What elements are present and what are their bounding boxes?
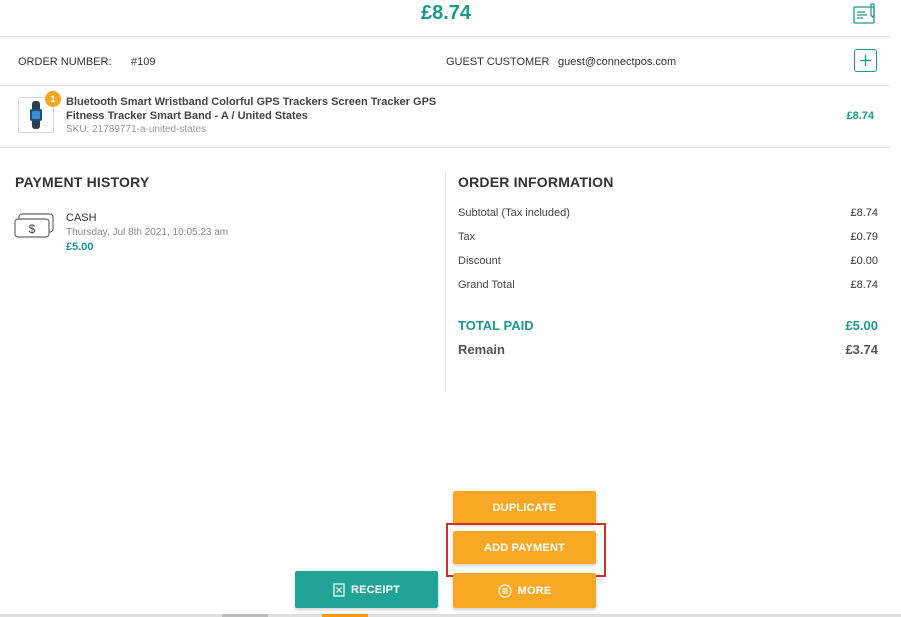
discount-label: Discount [458, 255, 501, 267]
product-price: £8.74 [846, 110, 874, 122]
discount-value: £0.00 [850, 255, 878, 267]
cart-item-row[interactable]: 1 Bluetooth Smart Wristband Colorful GPS… [0, 86, 890, 148]
product-sku: SKU: 21789771-a-united-states [66, 124, 207, 135]
tax-label: Tax [458, 231, 476, 243]
tax-row: Tax £0.79 [458, 231, 878, 243]
subtotal-label: Subtotal (Tax included) [458, 207, 570, 219]
payment-history-title: PAYMENT HISTORY [15, 174, 150, 190]
highlight-annotation [446, 523, 606, 577]
note-edit-icon[interactable] [853, 3, 879, 25]
menu-circle-icon [497, 583, 512, 598]
receipt-button[interactable]: RECEIPT [295, 571, 438, 608]
more-button[interactable]: MORE [453, 573, 596, 608]
remain-value: £3.74 [845, 342, 878, 357]
payment-method: CASH [66, 212, 97, 224]
customer-label: GUEST CUSTOMER [446, 56, 550, 68]
cash-icon: $ [14, 213, 54, 239]
product-name: Bluetooth Smart Wristband Colorful GPS T… [66, 96, 437, 122]
total-paid-value: £5.00 [845, 318, 878, 333]
total-paid-label: TOTAL PAID [458, 318, 534, 333]
grand-total-row: Grand Total £8.74 [458, 279, 878, 291]
payment-amount: £5.00 [66, 241, 94, 253]
plus-icon [860, 55, 871, 66]
quantity-badge: 1 [45, 91, 61, 107]
grand-total-value: £8.74 [850, 279, 878, 291]
remain-label: Remain [458, 342, 505, 357]
add-customer-button[interactable] [854, 49, 877, 72]
total-paid-row: TOTAL PAID £5.00 [458, 318, 878, 333]
section-divider [445, 172, 446, 392]
svg-text:$: $ [29, 222, 36, 236]
more-label: MORE [517, 584, 552, 597]
order-information-title: ORDER INFORMATION [458, 174, 614, 190]
duplicate-button[interactable]: DUPLICATE [453, 491, 596, 524]
order-total: £8.74 [420, 2, 472, 24]
receipt-label: RECEIPT [350, 583, 401, 596]
grand-total-label: Grand Total [458, 279, 515, 291]
receipt-icon [333, 582, 345, 597]
order-info-bar: ORDER NUMBER: #109 GUEST CUSTOMER guest@… [0, 36, 890, 86]
subtotal-row: Subtotal (Tax included) £8.74 [458, 207, 878, 219]
tax-value: £0.79 [850, 231, 878, 243]
discount-row: Discount £0.00 [458, 255, 878, 267]
customer-email: guest@connectpos.com [558, 56, 677, 68]
order-number-label: ORDER NUMBER: [18, 56, 112, 68]
order-number-value: #109 [131, 56, 156, 68]
fitness-band-icon [30, 101, 42, 129]
payment-date: Thursday, Jul 8th 2021, 10:05:23 am [66, 227, 229, 238]
subtotal-value: £8.74 [850, 207, 878, 219]
remain-row: Remain £3.74 [458, 342, 878, 357]
duplicate-label: DUPLICATE [492, 501, 557, 514]
